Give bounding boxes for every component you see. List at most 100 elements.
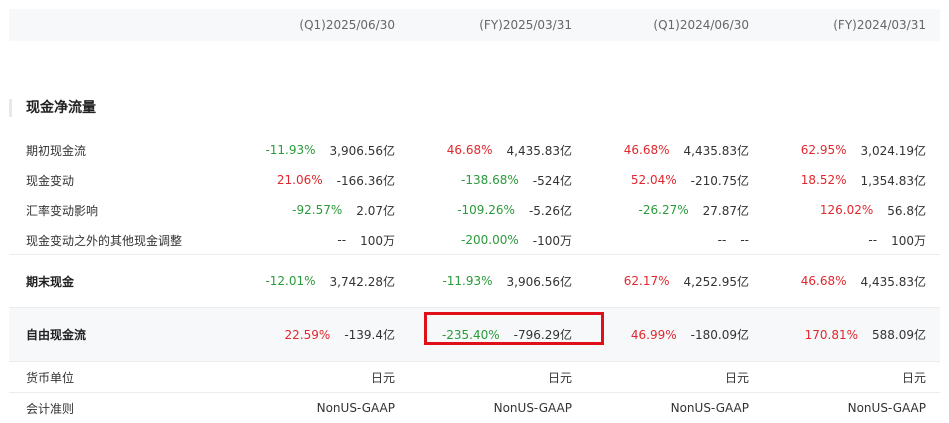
table-cell: 22.59% -139.4亿 — [285, 308, 395, 361]
table-row: 期末现金 -12.01% 3,742.28亿 -11.93% 3,906.56亿… — [9, 254, 940, 307]
row-label: 会计准则 — [26, 401, 75, 416]
cell-value: 3,906.56亿 — [329, 143, 395, 158]
table-cell: 126.02% 56.8亿 — [820, 198, 926, 222]
cell-value: 日元 — [370, 370, 395, 385]
table-cell: -138.68% -524亿 — [461, 168, 572, 192]
change-percent: 46.68% — [623, 143, 670, 157]
table-row: 期初现金流 -11.93% 3,906.56亿 46.68% 4,435.83亿… — [9, 138, 940, 162]
cell-value: 日元 — [547, 370, 572, 385]
change-percent: -- — [337, 233, 347, 247]
change-percent: -26.27% — [638, 203, 689, 217]
table-cell: -11.93% 3,906.56亿 — [265, 138, 395, 162]
cell-value: 1,354.83亿 — [860, 173, 926, 188]
cell-value: 100万 — [891, 233, 926, 248]
cell-value: 4,435.83亿 — [683, 143, 749, 158]
table-row: 汇率变动影响 -92.57% 2.07亿 -109.26% -5.26亿 -26… — [9, 198, 940, 222]
table-cell: -109.26% -5.26亿 — [457, 198, 572, 222]
table-cell: NonUS-GAAP — [848, 393, 926, 423]
change-percent: -12.01% — [265, 274, 316, 288]
row-label: 现金变动之外的其他现金调整 — [26, 233, 183, 248]
change-percent: 52.04% — [630, 173, 677, 187]
table-cell: 日元 — [548, 362, 572, 392]
cell-value: -5.26亿 — [528, 203, 572, 218]
section-title: 现金净流量 — [26, 100, 96, 116]
cell-value: 4,435.83亿 — [860, 274, 926, 289]
change-percent: -- — [868, 233, 878, 247]
table-cell: -26.27% 27.87亿 — [639, 198, 749, 222]
table-cell: 62.95% 3,024.19亿 — [801, 138, 926, 162]
table-cell: NonUS-GAAP — [671, 393, 749, 423]
table-row: 现金变动之外的其他现金调整 -- 100万 -200.00% -100万 -- … — [9, 228, 940, 252]
cell-value: 4,252.95亿 — [683, 274, 749, 289]
cell-value: 日元 — [901, 370, 926, 385]
change-percent: 21.06% — [276, 173, 323, 187]
table-cell: 日元 — [902, 362, 926, 392]
row-label: 自由现金流 — [26, 328, 87, 342]
cell-value: -166.36亿 — [336, 173, 395, 188]
table-cell: 21.06% -166.36亿 — [277, 168, 395, 192]
table-cell: -- 100万 — [337, 228, 395, 252]
cell-value: NonUS-GAAP — [493, 401, 572, 415]
table-cell: 46.68% 4,435.83亿 — [447, 138, 572, 162]
change-percent: -11.93% — [265, 143, 316, 157]
change-percent: 46.99% — [630, 327, 677, 342]
cell-value: -210.75亿 — [690, 173, 749, 188]
row-label: 货币单位 — [26, 370, 75, 385]
table-cell: 170.81% 588.09亿 — [805, 308, 926, 361]
table-cell: 46.68% 4,435.83亿 — [624, 138, 749, 162]
change-percent: -92.57% — [292, 203, 343, 217]
change-percent: -138.68% — [461, 173, 519, 187]
row-label: 期初现金流 — [26, 143, 87, 158]
cell-value: 100万 — [360, 233, 395, 248]
column-header-fy-2024[interactable]: (FY)2024/03/31 — [9, 9, 926, 41]
cell-value: -100万 — [532, 233, 572, 248]
change-percent: -- — [717, 233, 727, 247]
table-cell: 52.04% -210.75亿 — [631, 168, 749, 192]
table-cell: -92.57% 2.07亿 — [292, 198, 395, 222]
cell-value: NonUS-GAAP — [670, 401, 749, 415]
change-percent: 170.81% — [804, 327, 858, 342]
table-cell: -11.93% 3,906.56亿 — [442, 255, 572, 307]
change-percent: 126.02% — [819, 203, 874, 217]
change-percent: 18.52% — [800, 173, 847, 187]
cell-value: -- — [740, 233, 749, 247]
change-percent: 62.95% — [800, 143, 847, 157]
section-marker — [9, 99, 12, 117]
table-row: 会计准则 NonUS-GAAP NonUS-GAAP NonUS-GAAP No… — [9, 392, 940, 423]
table-cell: -12.01% 3,742.28亿 — [265, 255, 395, 307]
change-percent: 46.68% — [800, 274, 847, 288]
cell-value: NonUS-GAAP — [847, 401, 926, 415]
cell-value: 3,024.19亿 — [860, 143, 926, 158]
table-cell: -- -- — [718, 228, 749, 252]
table-row: 货币单位 日元 日元 日元 日元 — [9, 361, 940, 392]
change-percent: 46.68% — [446, 143, 493, 157]
table-header: (Q1)2025/06/30 (FY)2025/03/31 (Q1)2024/0… — [9, 9, 940, 41]
cell-value: -139.4亿 — [344, 328, 395, 342]
cell-value: 3,742.28亿 — [329, 274, 395, 289]
highlight-box — [424, 312, 604, 345]
change-percent: 62.17% — [623, 274, 670, 288]
table-cell: 46.99% -180.09亿 — [631, 308, 749, 361]
table-cell: 62.17% 4,252.95亿 — [624, 255, 749, 307]
table-cell: -200.00% -100万 — [461, 228, 572, 252]
table-row: 现金变动 21.06% -166.36亿 -138.68% -524亿 52.0… — [9, 168, 940, 192]
change-percent: 22.59% — [284, 327, 331, 342]
table-cell: 日元 — [725, 362, 749, 392]
row-label: 期末现金 — [26, 274, 75, 289]
table-cell: 18.52% 1,354.83亿 — [801, 168, 926, 192]
row-label: 汇率变动影响 — [26, 203, 99, 218]
row-label: 现金变动 — [26, 173, 75, 188]
change-percent: -109.26% — [457, 203, 515, 217]
cell-value: 2.07亿 — [356, 203, 395, 218]
table-cell: NonUS-GAAP — [494, 393, 572, 423]
table-cell: NonUS-GAAP — [317, 393, 395, 423]
table-cell: -- 100万 — [868, 228, 926, 252]
table-cell: 日元 — [371, 362, 395, 392]
cell-value: 588.09亿 — [872, 328, 926, 342]
cell-value: -524亿 — [532, 173, 572, 188]
cell-value: 3,906.56亿 — [506, 274, 572, 289]
table-cell: 46.68% 4,435.83亿 — [801, 255, 926, 307]
cell-value: -180.09亿 — [690, 328, 749, 342]
change-percent: -200.00% — [461, 233, 519, 247]
change-percent: -11.93% — [442, 274, 493, 288]
